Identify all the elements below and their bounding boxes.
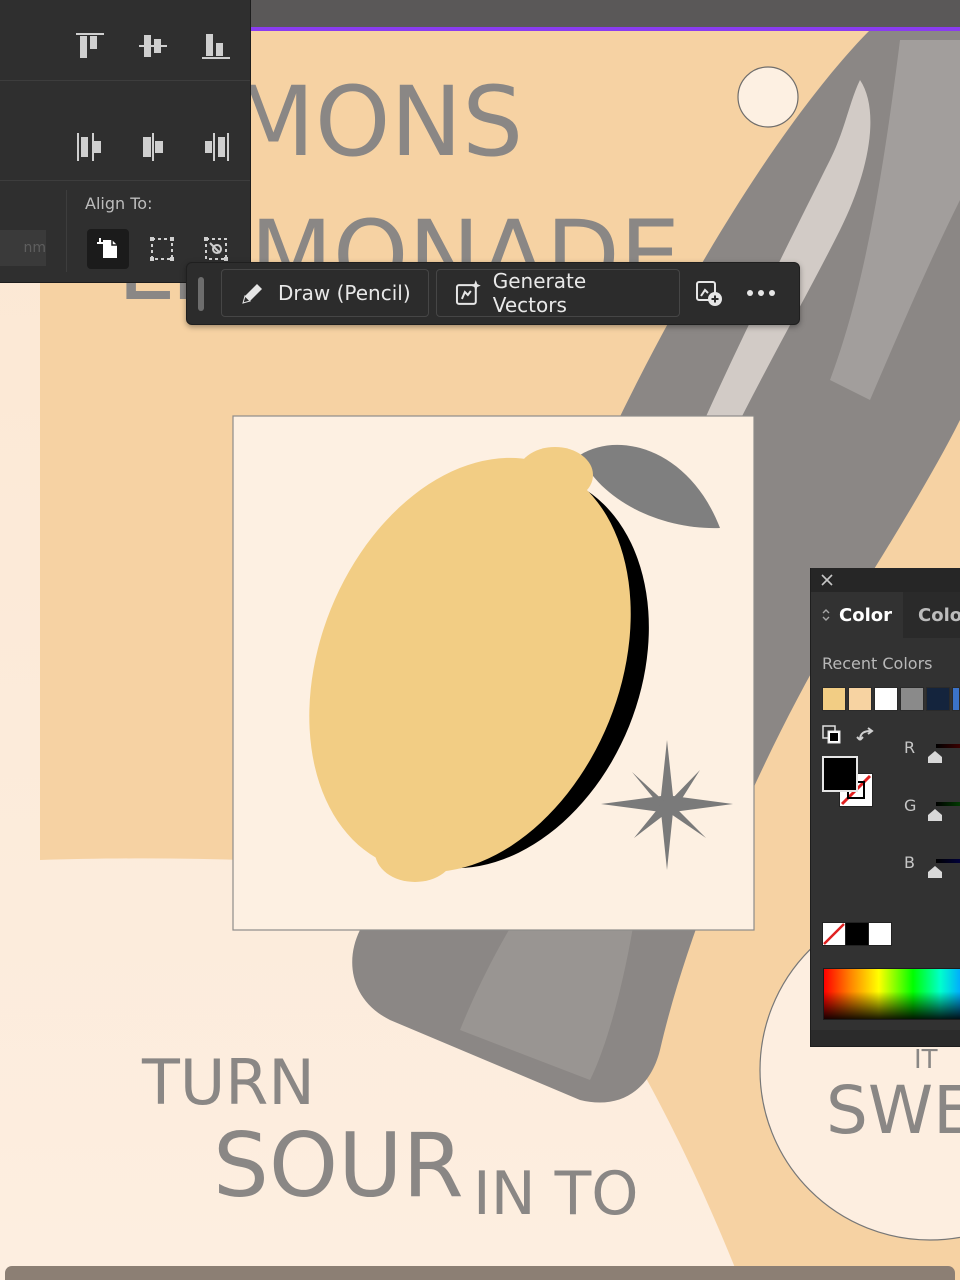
align-top-button[interactable]: [73, 29, 107, 63]
none-color-icon: [823, 923, 845, 945]
none-swatch[interactable]: [822, 922, 846, 946]
align-to-label: Align To:: [85, 194, 153, 213]
contextual-task-bar: Draw (Pencil) Generate Vectors: [186, 262, 800, 325]
color-panel-header[interactable]: [811, 568, 960, 592]
default-fill-stroke-icon[interactable]: [822, 725, 842, 745]
more-options-button[interactable]: [743, 277, 779, 309]
recent-colors-label: Recent Colors: [822, 654, 933, 673]
align-top-icon: [76, 33, 104, 58]
poster-it: IT: [914, 1045, 938, 1075]
document-tab-accent: [250, 27, 960, 31]
tab-color-guide[interactable]: Colo: [903, 592, 960, 638]
distribute-right-button[interactable]: [199, 130, 233, 164]
generate-vectors-icon: [455, 280, 481, 305]
white-swatch[interactable]: [868, 922, 892, 946]
collapse-chevron-icon: [822, 609, 830, 621]
black-swatch[interactable]: [845, 922, 869, 946]
align-panel: Align To:: [0, 0, 251, 283]
pencil-icon: [242, 284, 262, 304]
taskbar-drag-handle[interactable]: [198, 277, 204, 311]
spacing-input[interactable]: [0, 230, 46, 266]
channel-r-label: R: [904, 738, 916, 757]
recent-color-swatch[interactable]: [900, 687, 924, 711]
selection-align-icon: [150, 237, 174, 261]
swap-fill-stroke-icon[interactable]: [856, 726, 878, 748]
generate-vectors-label: Generate Vectors: [492, 269, 587, 317]
channel-b-label: B: [904, 853, 915, 872]
channel-r-slider[interactable]: [936, 744, 960, 748]
poster-sweet: SWE: [826, 1072, 960, 1149]
poster-into: IN TO: [473, 1159, 639, 1229]
fill-color-box[interactable]: [822, 756, 858, 792]
tab-color[interactable]: Color: [811, 592, 903, 638]
draw-pencil-button[interactable]: Draw (Pencil): [221, 269, 429, 317]
slider-thumb-icon[interactable]: [928, 751, 942, 763]
channel-g-label: G: [904, 796, 917, 815]
align-vertical-center-button[interactable]: [136, 29, 170, 63]
align-bottom-button[interactable]: [199, 29, 233, 63]
poster-title-line1: MONS: [232, 66, 524, 178]
artboard-align-icon: [97, 238, 117, 258]
recent-color-swatch[interactable]: [822, 687, 846, 711]
align-to-key-object-button[interactable]: [199, 232, 233, 266]
distribute-right-icon: [205, 133, 229, 161]
distribute-horizontal-center-button[interactable]: [136, 130, 170, 164]
align-vertical-center-icon: [139, 35, 167, 57]
poster-sour: SOUR: [213, 1114, 464, 1217]
add-to-library-button[interactable]: [693, 277, 725, 309]
recent-color-swatch[interactable]: [952, 687, 960, 711]
distribute-left-button[interactable]: [73, 130, 107, 164]
slider-thumb-icon[interactable]: [928, 866, 942, 878]
key-object-align-icon: [204, 237, 228, 261]
slider-thumb-icon[interactable]: [928, 809, 942, 821]
align-to-artboard-button[interactable]: [87, 229, 129, 269]
recent-color-swatch[interactable]: [926, 687, 950, 711]
tab-color-guide-label: Colo: [918, 604, 960, 626]
close-icon[interactable]: [820, 573, 834, 587]
bottom-toolbar[interactable]: [5, 1266, 955, 1280]
color-panel-footer: [811, 1030, 960, 1046]
color-spectrum[interactable]: [823, 968, 960, 1020]
draw-pencil-label: Draw (Pencil): [278, 281, 411, 305]
distribute-left-icon: [77, 133, 101, 161]
channel-b-slider[interactable]: [936, 859, 960, 863]
more-horizontal-icon: [747, 290, 775, 296]
distribute-horizontal-center-icon: [143, 133, 163, 161]
recent-color-swatch[interactable]: [874, 687, 898, 711]
generate-vectors-button[interactable]: Generate Vectors: [436, 269, 680, 317]
poster-turn: TURN: [142, 1046, 315, 1119]
align-bottom-icon: [202, 34, 230, 59]
channel-g-slider[interactable]: [936, 802, 960, 806]
library-add-icon: [696, 281, 722, 306]
recent-color-swatch[interactable]: [848, 687, 872, 711]
tab-color-label: Color: [839, 604, 892, 626]
align-to-selection-button[interactable]: [145, 232, 179, 266]
